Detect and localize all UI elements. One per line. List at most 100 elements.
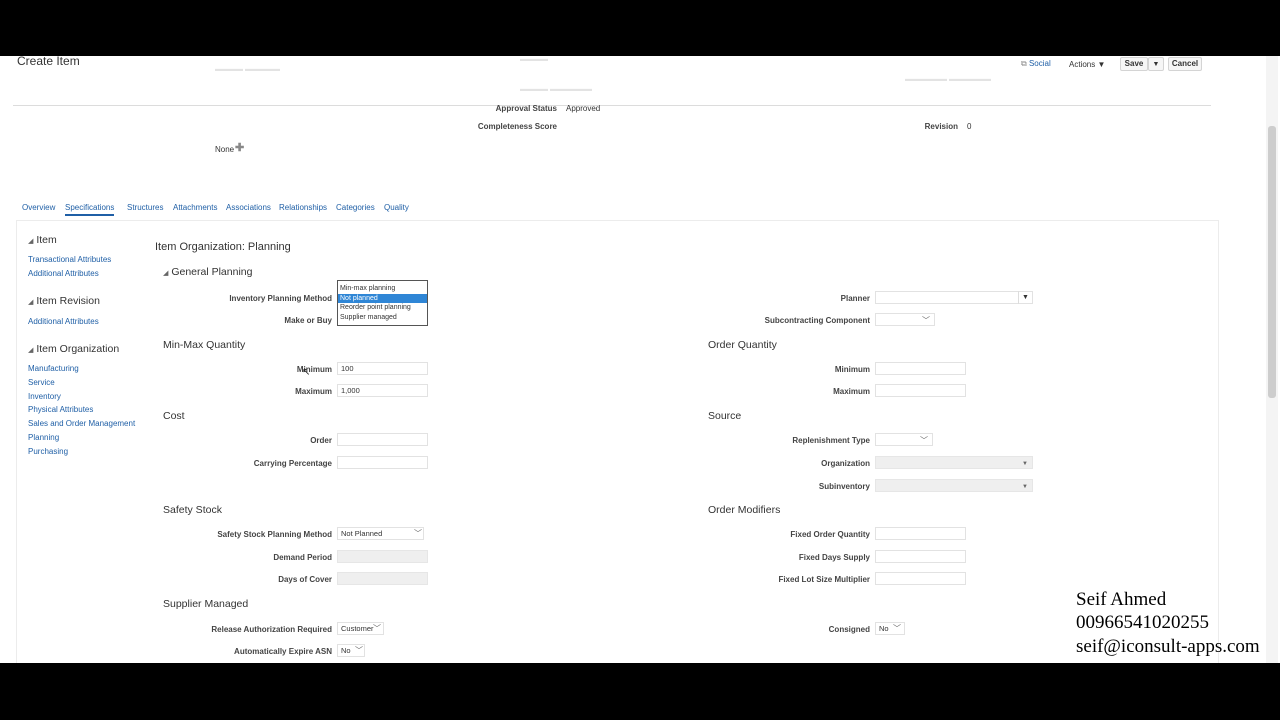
order-quantity-maximum-label: Maximum xyxy=(833,387,870,396)
fixed-days-supply-input[interactable] xyxy=(875,550,966,563)
safety-stock-method-select[interactable]: Not Planned xyxy=(337,527,424,540)
sidebar-link-manufacturing[interactable]: Manufacturing xyxy=(28,364,79,373)
tab-specifications[interactable]: Specifications xyxy=(65,203,115,216)
order-cost-input[interactable] xyxy=(337,433,428,446)
days-of-cover-input[interactable] xyxy=(337,572,428,585)
planner-label: Planner xyxy=(840,294,870,303)
order-quantity-heading: Order Quantity xyxy=(708,339,777,351)
sidebar-heading-item-revision[interactable]: ◢ Item Revision xyxy=(28,295,100,307)
cancel-button[interactable]: Cancel xyxy=(1168,57,1202,71)
dropdown-arrow-icon: ▼ xyxy=(1022,461,1028,467)
organization-label: Organization xyxy=(821,459,870,468)
planner-select[interactable]: ▼ xyxy=(875,291,1033,304)
chevron-down-icon: ﹀ xyxy=(922,316,930,325)
general-planning-heading[interactable]: ◢ General Planning xyxy=(163,266,252,278)
chevron-down-icon: ﹀ xyxy=(414,529,422,538)
order-cost-label: Order xyxy=(310,436,332,445)
faded-background-text: ▬▬▬▬ ▬▬▬▬▬▬ xyxy=(520,86,592,93)
option-supplier-managed[interactable]: Supplier managed xyxy=(338,313,427,323)
tab-attachments[interactable]: Attachments xyxy=(173,203,217,212)
revision-value: 0 xyxy=(967,122,972,131)
subcontracting-component-select[interactable]: ﹀ xyxy=(875,313,935,326)
demand-period-input[interactable] xyxy=(337,550,428,563)
sidebar-link-service[interactable]: Service xyxy=(28,378,55,387)
collapse-triangle-icon: ◢ xyxy=(28,238,34,245)
completeness-score-label: Completeness Score xyxy=(477,122,557,131)
days-of-cover-label: Days of Cover xyxy=(278,575,332,584)
sidebar-link-planning[interactable]: Planning xyxy=(28,433,59,442)
safety-stock-heading: Safety Stock xyxy=(163,504,222,516)
replenishment-type-select[interactable]: ﹀ xyxy=(875,433,933,446)
vertical-scrollbar[interactable] xyxy=(1266,56,1278,663)
order-quantity-minimum-label: Minimum xyxy=(834,365,870,374)
sidebar-link-inventory[interactable]: Inventory xyxy=(28,392,61,401)
consigned-label: Consigned xyxy=(828,625,870,634)
save-button[interactable]: Save xyxy=(1120,57,1148,71)
option-reorder-point-planning[interactable]: Reorder point planning xyxy=(338,303,427,313)
fixed-order-quantity-input[interactable] xyxy=(875,527,966,540)
sidebar-link-transactional-attributes[interactable]: Transactional Attributes xyxy=(28,255,111,264)
sidebar-link-revision-additional-attributes[interactable]: Additional Attributes xyxy=(28,317,99,326)
option-min-max-planning[interactable]: Min-max planning xyxy=(338,284,427,294)
tab-associations[interactable]: Associations xyxy=(226,203,271,212)
sidebar-heading-item-organization[interactable]: ◢ Item Organization xyxy=(28,343,119,355)
option-not-planned[interactable]: Not planned xyxy=(338,293,427,303)
page-title: Create Item xyxy=(17,56,80,68)
caret-down-icon: ▼ xyxy=(1152,61,1160,68)
tab-overview[interactable]: Overview xyxy=(22,203,55,212)
min-max-quantity-heading: Min-Max Quantity xyxy=(163,339,246,351)
minimum-label: Minimum xyxy=(296,365,332,374)
sidebar-heading-item[interactable]: ◢ Item xyxy=(28,234,57,246)
add-icon[interactable]: ✚ xyxy=(235,141,244,154)
order-modifiers-heading: Order Modifiers xyxy=(708,504,781,516)
approval-status-label: Approval Status xyxy=(495,104,557,113)
tab-structures[interactable]: Structures xyxy=(127,203,163,212)
faded-background-text: ▬▬▬▬ xyxy=(520,56,548,63)
planning-method-listbox[interactable]: Min-max planning Not planned Reorder poi… xyxy=(337,280,428,326)
social-button[interactable]: ⧉ Social xyxy=(1021,59,1051,69)
supplier-managed-heading: Supplier Managed xyxy=(163,598,249,610)
fixed-days-supply-label: Fixed Days Supply xyxy=(798,553,870,562)
save-options-button[interactable]: ▼ xyxy=(1148,57,1164,71)
organization-select[interactable]: ▼ xyxy=(875,456,1033,469)
auto-expire-asn-label: Automatically Expire ASN xyxy=(234,647,332,656)
watermark-email: seif@iconsult-apps.com xyxy=(1076,636,1260,657)
maximum-label: Maximum xyxy=(295,387,332,396)
make-or-buy-label: Make or Buy xyxy=(284,316,332,325)
sidebar-link-purchasing[interactable]: Purchasing xyxy=(28,447,68,456)
subinventory-select[interactable]: ▼ xyxy=(875,479,1033,492)
minimum-input[interactable]: 100 xyxy=(337,362,428,375)
order-quantity-maximum-input[interactable] xyxy=(875,384,966,397)
chevron-down-icon: ﹀ xyxy=(920,436,928,445)
inventory-planning-method-label: Inventory Planning Method xyxy=(229,294,332,303)
release-authorization-label: Release Authorization Required xyxy=(211,625,332,634)
actions-menu[interactable]: Actions ▼ xyxy=(1069,60,1105,69)
replenishment-type-label: Replenishment Type xyxy=(792,436,870,445)
section-title: Item Organization: Planning xyxy=(155,241,291,253)
carrying-percentage-input[interactable] xyxy=(337,456,428,469)
sidebar-link-sales-order-management[interactable]: Sales and Order Management xyxy=(28,419,135,428)
dropdown-arrow-icon: ▼ xyxy=(1018,291,1032,304)
tab-categories[interactable]: Categories xyxy=(336,203,375,212)
scrollbar-thumb[interactable] xyxy=(1268,126,1276,398)
social-icon: ⧉ xyxy=(1021,59,1027,68)
collapse-triangle-icon: ◢ xyxy=(163,270,169,277)
header-divider xyxy=(13,105,1211,106)
fixed-lot-size-multiplier-input[interactable] xyxy=(875,572,966,585)
sidebar-link-additional-attributes[interactable]: Additional Attributes xyxy=(28,269,99,278)
chevron-down-icon: ﹀ xyxy=(893,624,901,633)
caret-down-icon: ▼ xyxy=(1097,60,1106,69)
source-heading: Source xyxy=(708,410,742,422)
order-quantity-minimum-input[interactable] xyxy=(875,362,966,375)
maximum-input[interactable]: 1,000 xyxy=(337,384,428,397)
subinventory-label: Subinventory xyxy=(818,482,870,491)
approval-status-value: Approved xyxy=(566,104,601,113)
faded-background-text: ▬▬▬▬▬▬ ▬▬▬▬▬▬ xyxy=(905,76,991,83)
fixed-order-quantity-label: Fixed Order Quantity xyxy=(790,530,870,539)
application-window: Create Item ▬▬▬▬ ▬▬▬▬▬ ▬▬▬▬ ▬▬▬▬ ▬▬▬▬▬▬ … xyxy=(0,56,1280,663)
tab-relationships[interactable]: Relationships xyxy=(279,203,327,212)
sidebar-link-physical-attributes[interactable]: Physical Attributes xyxy=(28,405,93,414)
tab-quality[interactable]: Quality xyxy=(384,203,409,212)
cost-heading: Cost xyxy=(163,410,185,422)
carrying-percentage-label: Carrying Percentage xyxy=(253,459,332,468)
